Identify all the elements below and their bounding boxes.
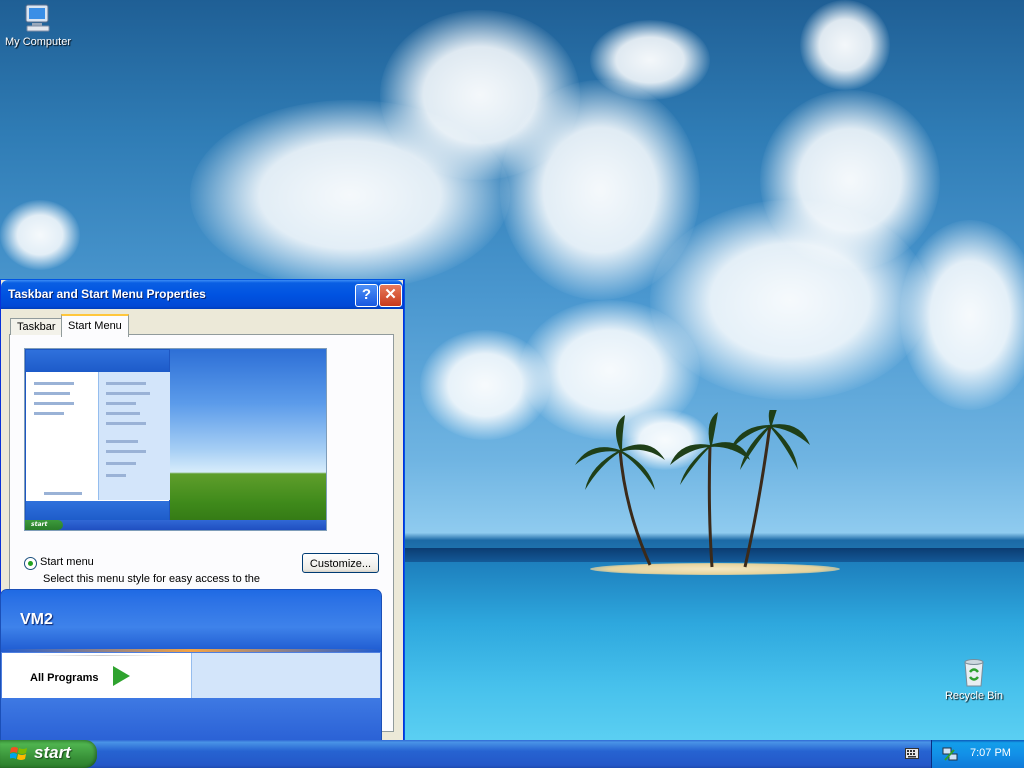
preview-line xyxy=(106,402,136,405)
clock[interactable]: 7:07 PM xyxy=(970,747,1011,759)
preview-line xyxy=(34,412,64,415)
close-button[interactable]: ✕ xyxy=(379,284,402,307)
preview-start-button: start xyxy=(25,520,63,530)
recycle-bin-label: Recycle Bin xyxy=(944,690,1004,702)
preview-line xyxy=(106,450,146,453)
my-computer-desktop-icon[interactable]: My Computer xyxy=(0,2,78,48)
user-name: VM2 xyxy=(20,611,53,628)
window-titlebar[interactable]: Taskbar and Start Menu Properties ? ✕ xyxy=(1,280,403,309)
help-icon: ? xyxy=(361,286,372,303)
start-menu-right-pane xyxy=(191,653,380,698)
my-computer-icon xyxy=(22,2,54,34)
my-computer-label: My Computer xyxy=(4,36,72,48)
preview-line xyxy=(34,402,74,405)
all-programs-button[interactable]: All Programs xyxy=(2,653,191,698)
start-menu-radio-label[interactable]: Start menu xyxy=(40,556,94,568)
preview-line xyxy=(44,492,82,495)
all-programs-arrow-icon xyxy=(113,666,130,686)
preview-line xyxy=(34,382,74,385)
cloud xyxy=(800,0,890,90)
tab-taskbar[interactable]: Taskbar xyxy=(10,318,63,335)
palm-trees xyxy=(575,410,810,568)
preview-line xyxy=(34,392,70,395)
system-tray: 7:07 PM xyxy=(931,740,1024,768)
start-menu-radio-description: Select this menu style for easy access t… xyxy=(43,573,261,585)
help-button[interactable]: ? xyxy=(355,284,378,307)
cloud xyxy=(0,200,80,270)
recycle-bin-icon xyxy=(958,656,990,688)
preview-taskbar: start xyxy=(25,520,326,530)
preview-line xyxy=(106,474,126,477)
start-menu-preview-image: start xyxy=(24,348,327,531)
preview-line xyxy=(106,462,136,465)
start-menu-footer xyxy=(1,698,381,740)
preview-menu xyxy=(25,349,170,522)
start-button[interactable]: start xyxy=(0,740,97,768)
preview-line xyxy=(106,412,140,415)
customize-button[interactable]: Customize... xyxy=(302,553,379,573)
start-menu-radio[interactable] xyxy=(24,557,37,570)
tab-start-menu[interactable]: Start Menu xyxy=(61,314,129,337)
start-label: start xyxy=(34,743,71,762)
cloud xyxy=(590,20,710,100)
start-menu: VM2 All Programs xyxy=(0,589,382,741)
all-programs-label: All Programs xyxy=(30,672,99,684)
network-icon[interactable] xyxy=(942,746,958,762)
preview-line xyxy=(106,382,146,385)
cloud xyxy=(900,220,1024,410)
cloud xyxy=(760,90,940,270)
start-menu-header: VM2 xyxy=(1,590,381,652)
recycle-bin-desktop-icon[interactable]: Recycle Bin xyxy=(934,656,1014,702)
window-title: Taskbar and Start Menu Properties xyxy=(8,287,206,301)
preview-menu-footer xyxy=(26,501,169,521)
windows-flag-icon xyxy=(10,747,27,760)
keyboard-icon[interactable] xyxy=(905,748,919,759)
preview-line xyxy=(106,440,138,443)
preview-line xyxy=(106,422,146,425)
start-menu-left-pane: All Programs xyxy=(2,653,191,698)
close-icon: ✕ xyxy=(384,286,397,303)
taskbar: start 7:07 PM xyxy=(0,740,1024,768)
preview-line xyxy=(106,392,150,395)
preview-menu-header xyxy=(26,350,169,372)
